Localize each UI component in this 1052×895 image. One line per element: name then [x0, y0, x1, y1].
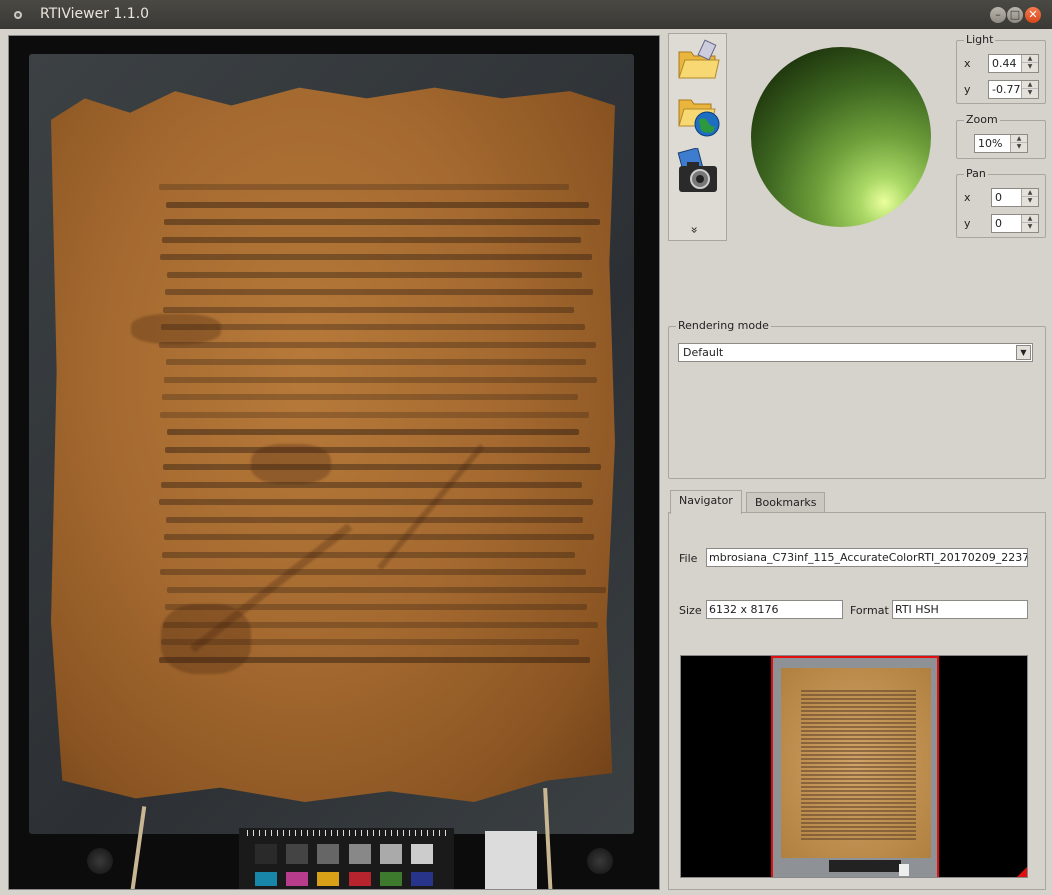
manuscript-text-line: [163, 306, 574, 313]
rendering-mode-value: Default: [683, 346, 724, 359]
close-button[interactable]: ✕: [1025, 7, 1041, 23]
manuscript-text-line: [163, 464, 601, 470]
rendering-mode-select[interactable]: Default ▼: [678, 343, 1033, 362]
manuscript-text-line: [166, 359, 586, 365]
maximize-button[interactable]: □: [1007, 7, 1023, 23]
spin-down-icon[interactable]: ▼: [1022, 63, 1038, 71]
pan-y-spinbox[interactable]: 0 ▲ ▼: [991, 214, 1039, 233]
window-title: RTIViewer 1.1.0: [40, 6, 150, 22]
rendering-mode-title: Rendering mode: [676, 319, 771, 332]
spin-down-icon[interactable]: ▼: [1022, 223, 1038, 231]
chevron-down-icon[interactable]: »: [688, 226, 702, 233]
zoom-group: Zoom 10% ▲ ▼: [956, 113, 1046, 159]
size-label: Size: [679, 604, 702, 617]
light-y-value: -0.77: [992, 83, 1021, 96]
toolbar: »: [668, 33, 727, 241]
dropdown-arrow-icon[interactable]: ▼: [1016, 345, 1031, 360]
light-direction-sphere[interactable]: [751, 47, 931, 227]
manuscript-text-line: [161, 481, 582, 488]
viewport-frame[interactable]: [771, 656, 939, 877]
open-file-icon[interactable]: [675, 38, 721, 84]
zoom-group-title: Zoom: [964, 113, 1000, 126]
manuscript-text-line: [162, 394, 578, 400]
manuscript-text-line: [164, 219, 600, 225]
format-label: Format: [850, 604, 889, 617]
pan-y-label: y: [964, 217, 971, 230]
manuscript-text-line: [161, 324, 585, 330]
manuscript-text-line: [164, 376, 597, 383]
pan-group-title: Pan: [964, 167, 988, 180]
zoom-spinbox[interactable]: 10% ▲ ▼: [974, 134, 1028, 153]
manuscript-text-line: [165, 446, 590, 453]
light-x-spinbox[interactable]: 0.44 ▲ ▼: [988, 54, 1039, 73]
spin-up-icon[interactable]: ▲: [1022, 81, 1038, 89]
minimize-button[interactable]: –: [990, 7, 1006, 23]
manuscript-text-line: [159, 341, 596, 348]
manuscript-text-line: [160, 569, 586, 575]
file-label: File: [679, 552, 698, 565]
open-remote-icon[interactable]: [675, 92, 721, 138]
manuscript-text-line: [160, 411, 589, 418]
pan-x-label: x: [964, 191, 971, 204]
pan-x-value: 0: [995, 191, 1002, 204]
light-group-title: Light: [964, 33, 996, 46]
app-icon: [14, 11, 22, 19]
manuscript-image: [51, 87, 615, 802]
light-x-value: 0.44: [992, 57, 1017, 70]
white-balance-card: [485, 831, 537, 889]
image-viewport[interactable]: [8, 35, 660, 890]
manuscript-text-line: [165, 289, 593, 295]
spin-up-icon[interactable]: ▲: [1022, 55, 1038, 63]
manuscript-text-line: [159, 184, 569, 190]
spin-up-icon[interactable]: ▲: [1022, 189, 1038, 197]
light-y-label: y: [964, 83, 971, 96]
manuscript-text-line: [167, 429, 579, 435]
light-group: Light x 0.44 ▲ ▼ y -0.77 ▲ ▼: [956, 33, 1046, 104]
pan-x-spinbox[interactable]: 0 ▲ ▼: [991, 188, 1039, 207]
light-x-label: x: [964, 57, 971, 70]
spin-down-icon[interactable]: ▼: [1022, 89, 1038, 97]
manuscript-text-line: [160, 254, 592, 260]
manuscript-text-line: [164, 534, 594, 540]
manuscript-text-line: [166, 201, 589, 208]
manuscript-text-line: [162, 236, 581, 243]
title-bar: RTIViewer 1.1.0 – □ ✕: [0, 0, 1052, 29]
spin-down-icon[interactable]: ▼: [1011, 143, 1027, 151]
zoom-value: 10%: [978, 137, 1003, 150]
format-field[interactable]: RTI HSH: [892, 600, 1028, 619]
snapshot-icon[interactable]: [675, 148, 721, 194]
manuscript-text-line: [167, 271, 582, 278]
spin-down-icon[interactable]: ▼: [1022, 197, 1038, 205]
mount-knob: [87, 848, 113, 874]
mount-knob: [587, 848, 613, 874]
tab-bookmarks[interactable]: Bookmarks: [746, 492, 826, 513]
navigator-thumbnail[interactable]: [680, 655, 1028, 878]
manuscript-text-line: [159, 499, 593, 505]
color-checker-chart: [239, 828, 454, 889]
manuscript-text-line: [166, 516, 583, 523]
spin-up-icon[interactable]: ▲: [1011, 135, 1027, 143]
pan-group: Pan x 0 ▲ ▼ y 0 ▲ ▼: [956, 167, 1046, 238]
manuscript-text-line: [167, 586, 606, 593]
light-y-spinbox[interactable]: -0.77 ▲ ▼: [988, 80, 1039, 99]
file-field[interactable]: mbrosiana_C73inf_115_AccurateColorRTI_20…: [706, 548, 1028, 567]
size-field[interactable]: 6132 x 8176: [706, 600, 843, 619]
manuscript-text-line: [162, 551, 575, 558]
spin-up-icon[interactable]: ▲: [1022, 215, 1038, 223]
pan-y-value: 0: [995, 217, 1002, 230]
tab-navigator[interactable]: Navigator: [670, 490, 742, 514]
